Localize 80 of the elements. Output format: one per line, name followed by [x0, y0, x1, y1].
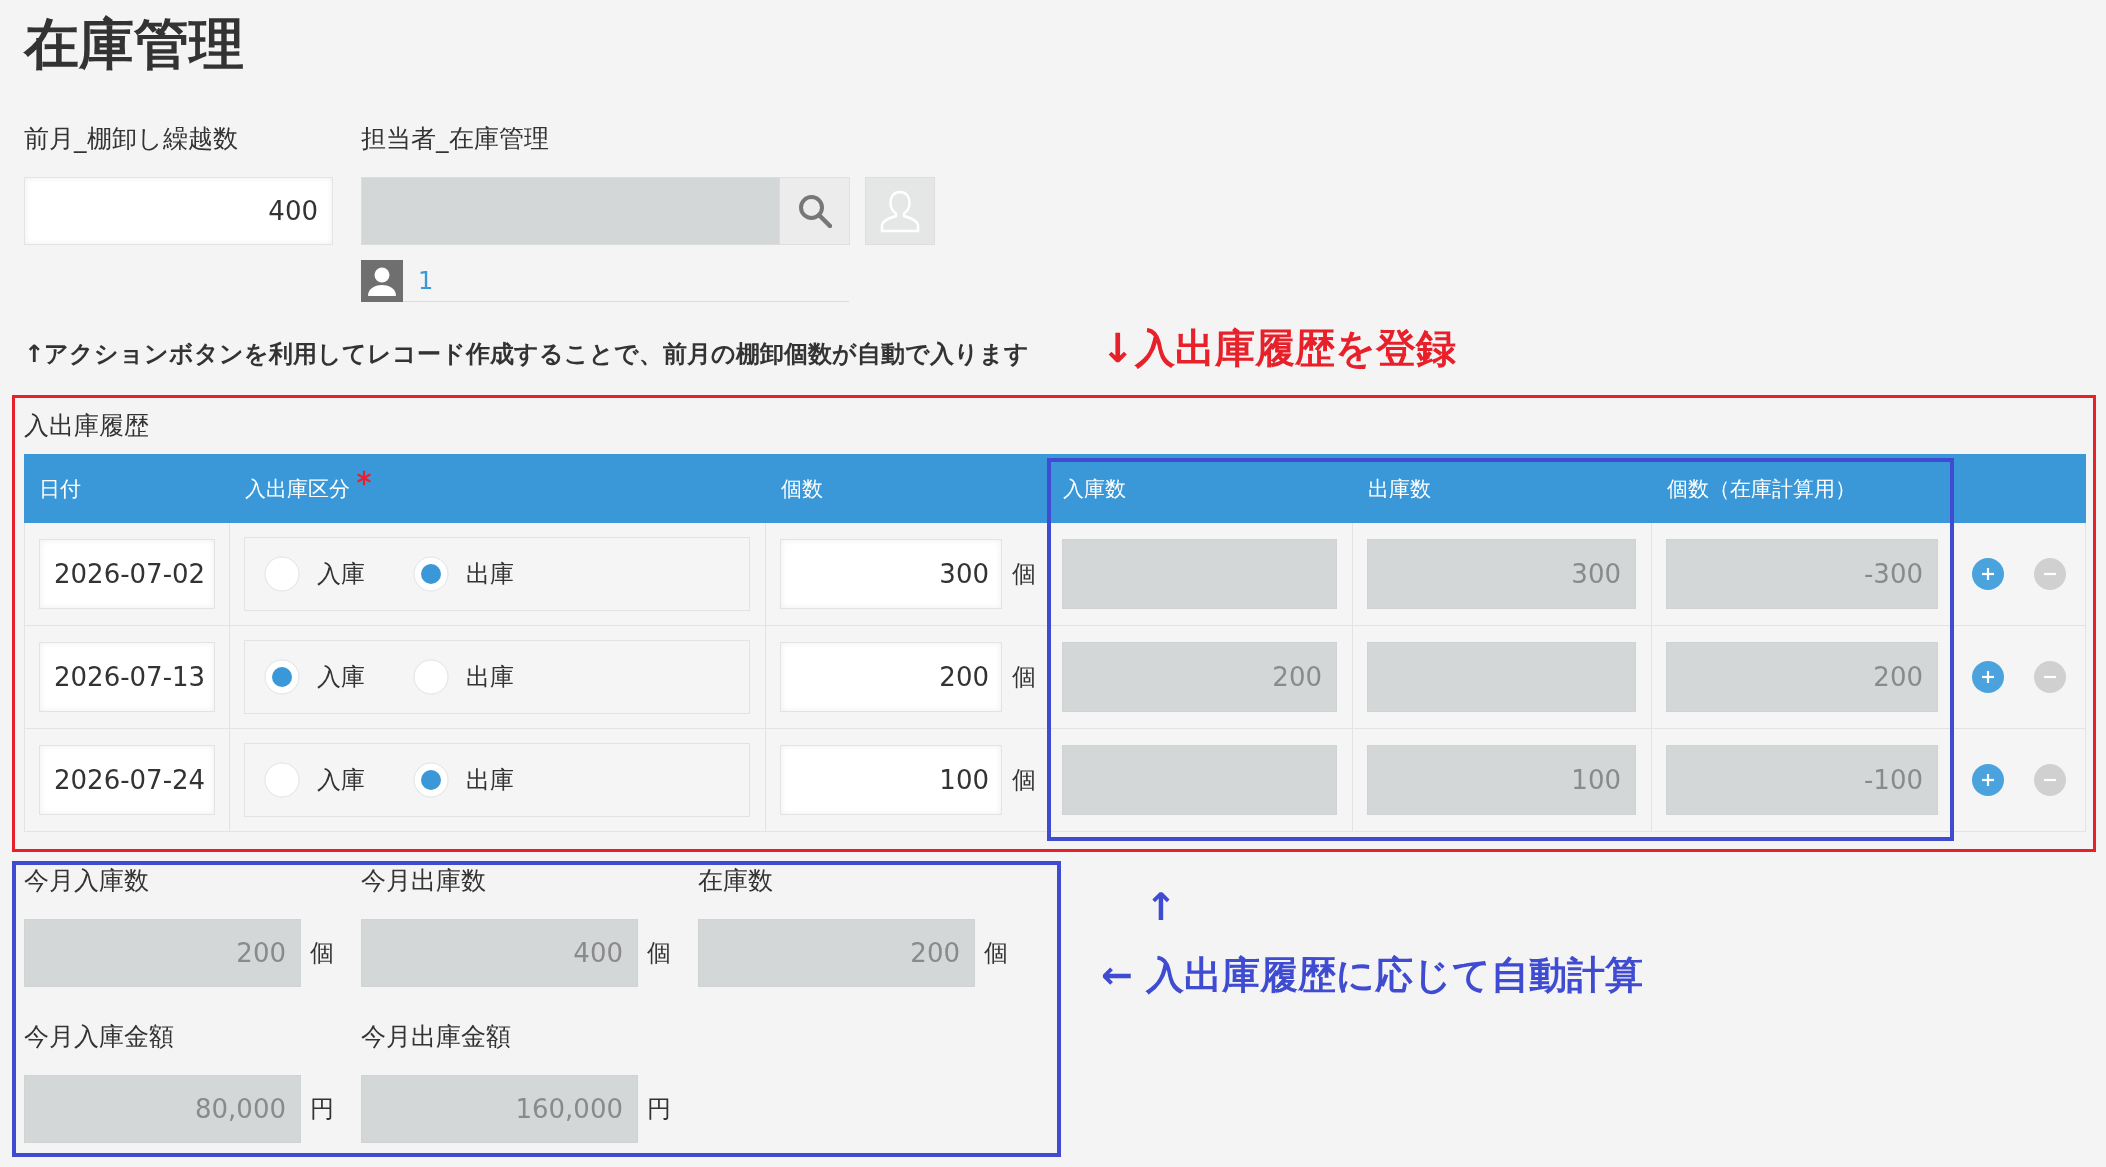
field-label: 今月入庫数	[24, 865, 150, 897]
column-header: 日付	[39, 475, 81, 503]
column-header: 出庫数	[1368, 475, 1431, 503]
add-row-button[interactable]	[1972, 558, 2004, 590]
person-outline-icon	[878, 189, 922, 233]
unit-label: 円	[310, 1094, 334, 1125]
unit-label: 個	[647, 938, 671, 969]
required-icon	[356, 470, 372, 486]
quantity-field[interactable]: 300	[780, 539, 1002, 609]
unit-label: 円	[647, 1094, 671, 1125]
unit-label: 個	[1012, 662, 1036, 693]
quantity-field[interactable]: 200	[780, 642, 1002, 712]
minus-icon	[2034, 661, 2066, 693]
radio-button[interactable]	[413, 659, 449, 695]
field-label: 今月出庫数	[361, 865, 487, 897]
radio-label: 入庫	[317, 765, 365, 796]
radio-label: 入庫	[317, 662, 365, 693]
calculated-field[interactable]: -100	[1666, 745, 1938, 815]
field-label: 担当者_在庫管理	[361, 123, 550, 155]
minus-icon	[2034, 558, 2066, 590]
column-header: 入出庫区分	[245, 475, 350, 503]
calculated-field[interactable]: 400	[361, 919, 638, 987]
calculated-field[interactable]: 160,000	[361, 1075, 638, 1143]
calculated-field[interactable]: 80,000	[24, 1075, 301, 1143]
radio-button[interactable]	[413, 762, 449, 798]
calculated-field[interactable]	[1062, 539, 1337, 609]
section-label: 入出庫履歴	[24, 410, 150, 442]
add-row-button[interactable]	[1972, 661, 2004, 693]
date-field[interactable]: 2026-07-13	[39, 642, 215, 712]
column-header: 個数	[781, 475, 823, 503]
annotation-text: ↓入出庫履歴を登録	[1101, 324, 1456, 372]
field-label: 今月出庫金額	[361, 1021, 512, 1053]
plus-icon	[1972, 764, 2004, 796]
number-field[interactable]: 400	[24, 177, 333, 245]
avatar-icon	[361, 260, 403, 302]
date-field[interactable]: 2026-07-02	[39, 539, 215, 609]
calculated-field[interactable]: -300	[1666, 539, 1938, 609]
calculated-field[interactable]: 200	[1666, 642, 1938, 712]
user-select-button[interactable]	[865, 177, 935, 245]
add-row-button[interactable]	[1972, 764, 2004, 796]
remove-row-button[interactable]	[2034, 661, 2066, 693]
field-label: 今月入庫金額	[24, 1021, 175, 1053]
calculated-field[interactable]	[1062, 745, 1337, 815]
radio-label: 出庫	[466, 765, 514, 796]
radio-button[interactable]	[264, 762, 300, 798]
annotation-arrow: ↑	[1144, 884, 1178, 931]
plus-icon	[1972, 661, 2004, 693]
calculated-field[interactable]: 200	[24, 919, 301, 987]
user-search-field[interactable]	[361, 177, 780, 245]
remove-row-button[interactable]	[2034, 558, 2066, 590]
calculated-field[interactable]: 100	[1367, 745, 1636, 815]
radio-label: 出庫	[466, 559, 514, 590]
user-link[interactable]: 1	[418, 264, 434, 297]
radio-button[interactable]	[264, 556, 300, 592]
calculated-field[interactable]: 300	[1367, 539, 1636, 609]
radio-label: 出庫	[466, 662, 514, 693]
remove-row-button[interactable]	[2034, 764, 2066, 796]
calculated-field[interactable]: 200	[1062, 642, 1337, 712]
search-button[interactable]	[780, 177, 850, 245]
unit-label: 個	[1012, 765, 1036, 796]
field-label: 在庫数	[698, 865, 774, 897]
quantity-field[interactable]: 100	[780, 745, 1002, 815]
plus-icon	[1972, 558, 2004, 590]
minus-icon	[2034, 764, 2066, 796]
annotation-text: ← 入出庫履歴に応じて自動計算	[1101, 952, 1644, 999]
field-label: 前月_棚卸し繰越数	[24, 123, 239, 155]
radio-button[interactable]	[413, 556, 449, 592]
notice-text: ↑アクションボタンを利用してレコード作成することで、前月の棚卸個数が自動で入ります	[24, 339, 1030, 370]
radio-label: 入庫	[317, 559, 365, 590]
column-header: 個数（在庫計算用）	[1667, 475, 1856, 503]
calculated-field[interactable]: 200	[698, 919, 975, 987]
calculated-field[interactable]	[1367, 642, 1636, 712]
unit-label: 個	[310, 938, 334, 969]
page-title: 在庫管理	[24, 11, 245, 78]
search-icon	[797, 194, 832, 228]
column-header: 入庫数	[1063, 475, 1126, 503]
date-field[interactable]: 2026-07-24	[39, 745, 215, 815]
unit-label: 個	[984, 938, 1008, 969]
radio-button[interactable]	[264, 659, 300, 695]
unit-label: 個	[1012, 559, 1036, 590]
